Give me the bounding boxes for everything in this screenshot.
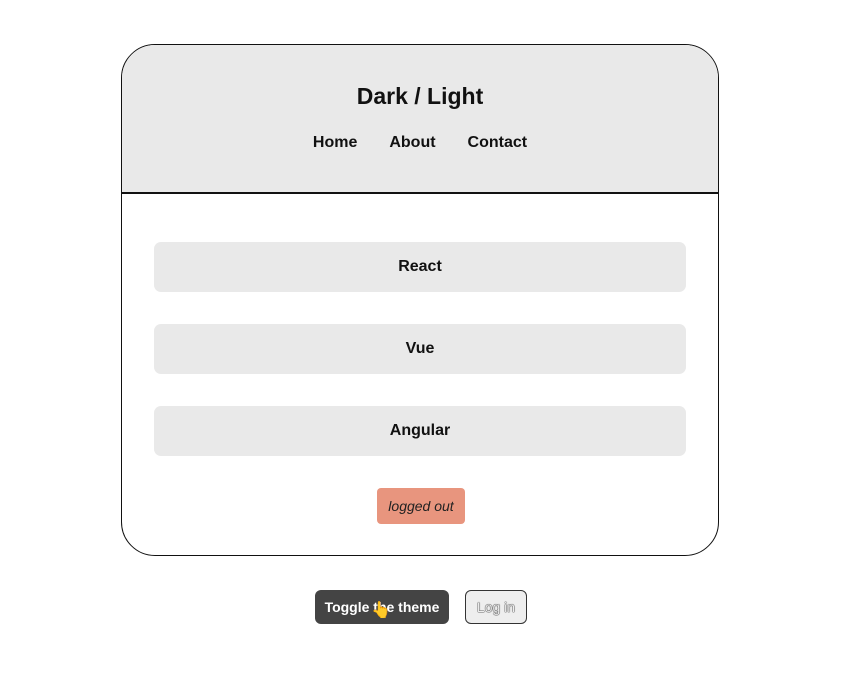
- framework-vue[interactable]: Vue: [154, 324, 686, 374]
- page-title: Dark / Light: [356, 83, 484, 109]
- nav: Home About Contact: [122, 134, 718, 152]
- nav-home[interactable]: Home: [313, 134, 357, 152]
- controls: Toggle the theme 👆 Log in: [315, 590, 527, 624]
- nav-contact[interactable]: Contact: [468, 134, 528, 152]
- app-card: Dark / Light Home About Contact React Vu…: [121, 44, 719, 556]
- nav-about[interactable]: About: [389, 134, 435, 152]
- header: Dark / Light Home About Contact: [122, 45, 718, 194]
- login-button[interactable]: Log in: [465, 590, 527, 624]
- framework-angular[interactable]: Angular: [154, 406, 686, 456]
- framework-list: React Vue Angular: [122, 194, 718, 456]
- toggle-theme-button[interactable]: Toggle the theme 👆: [315, 590, 449, 624]
- login-status-badge: logged out: [377, 488, 465, 524]
- hand-cursor-icon: 👆: [371, 602, 391, 619]
- framework-react[interactable]: React: [154, 242, 686, 292]
